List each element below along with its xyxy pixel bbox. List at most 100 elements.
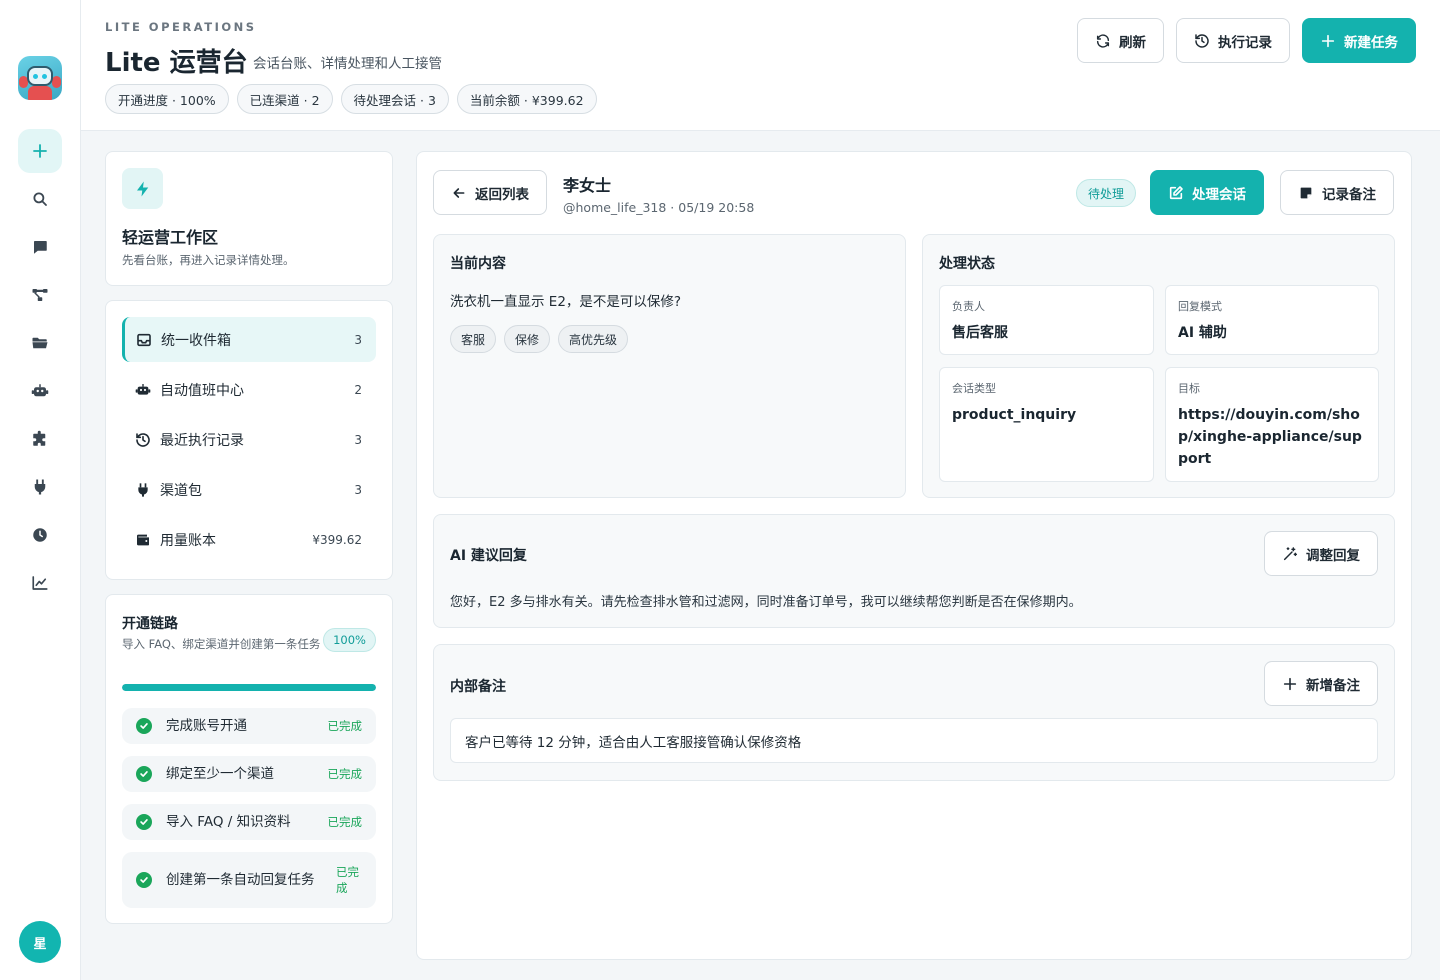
nav-count: ¥399.62 <box>312 532 362 547</box>
chip-onboarding-progress: 开通进度 · 100% <box>105 84 229 114</box>
left-rail: 星 <box>0 0 81 980</box>
page-subtitle: 会话台账、详情处理和人工接管 <box>253 56 442 72</box>
chart-icon <box>32 576 48 590</box>
field-value: product_inquiry <box>952 407 1077 423</box>
logo-eye <box>42 74 47 79</box>
rail-robot-button[interactable] <box>18 369 62 413</box>
lightning-icon <box>136 181 148 196</box>
rail-channel-button[interactable] <box>18 465 62 509</box>
rail-flow-button[interactable] <box>18 273 62 317</box>
inbox-icon <box>136 332 152 348</box>
field-value: AI 辅助 <box>1178 325 1227 341</box>
nav-item-channel-pack[interactable]: 渠道包 3 <box>122 467 376 512</box>
step-faq: 导入 FAQ / 知识资料 已完成 <box>122 804 376 840</box>
onboarding-progress-bar <box>122 684 376 691</box>
step-channel: 绑定至少一个渠道 已完成 <box>122 756 376 792</box>
field-session-type: 会话类型 product_inquiry <box>939 367 1154 482</box>
workspace-card: 轻运营工作区 先看台账，再进入记录详情处理。 <box>105 151 393 286</box>
user-avatar[interactable]: 星 <box>19 921 61 963</box>
handle-session-button[interactable]: 处理会话 <box>1150 170 1264 215</box>
nav-label: 渠道包 <box>160 482 202 499</box>
ai-reply-text: 您好，E2 多与排水有关。请先检查排水管和过滤网，同时准备订单号，我可以继续帮您… <box>450 595 1082 610</box>
processing-state-panel: 处理状态 负责人 售后客服 回复模式 AI 辅助 会话类型 product_in… <box>922 234 1395 498</box>
field-value: 售后客服 <box>952 325 1008 341</box>
history-icon <box>1195 33 1209 48</box>
status-badge: 待处理 <box>1076 179 1137 207</box>
chat-icon <box>34 241 47 254</box>
robot-icon <box>31 384 49 397</box>
logo-body <box>28 86 52 100</box>
nav-label: 用量账本 <box>160 532 216 549</box>
field-key: 会话类型 <box>952 382 996 395</box>
refresh-button[interactable]: 刷新 <box>1077 18 1164 63</box>
rail-history-button[interactable] <box>18 513 62 557</box>
workspace-desc: 先看台账，再进入记录详情处理。 <box>122 253 295 267</box>
handle-session-label: 处理会话 <box>1192 186 1246 203</box>
rail-new-button[interactable] <box>18 129 62 173</box>
search-icon <box>33 192 47 206</box>
nav-count: 3 <box>354 332 362 347</box>
nav-label: 统一收件箱 <box>161 332 231 349</box>
message-text: 洗衣机一直显示 E2，是不是可以保修? <box>450 294 682 310</box>
check-icon <box>136 766 152 782</box>
adjust-reply-button[interactable]: 调整回复 <box>1264 531 1378 576</box>
robot-logo <box>18 56 62 100</box>
robot-icon <box>135 382 151 398</box>
field-reply-mode: 回复模式 AI 辅助 <box>1165 285 1379 355</box>
chip-connected-channels: 已连渠道 · 2 <box>236 84 333 114</box>
add-note-button[interactable]: 新增备注 <box>1264 661 1378 706</box>
nav-count: 3 <box>354 482 362 497</box>
tag: 保修 <box>504 325 551 353</box>
step-status: 已完成 <box>327 719 363 733</box>
onboarding-progress-fill <box>122 684 376 691</box>
rail-stats-button[interactable] <box>18 561 62 605</box>
back-to-list-button[interactable]: 返回列表 <box>433 170 547 215</box>
nav-item-usage-ledger[interactable]: 用量账本 ¥399.62 <box>122 517 376 562</box>
new-task-button[interactable]: 新建任务 <box>1302 18 1416 63</box>
nav-item-auto-duty[interactable]: 自动值班中心 2 <box>122 367 376 412</box>
history-label: 执行记录 <box>1218 34 1272 51</box>
record-note-button[interactable]: 记录备注 <box>1280 170 1394 215</box>
field-target: 目标 https://douyin.com/shop/xinghe-applia… <box>1165 367 1379 482</box>
rail-plugin-button[interactable] <box>18 417 62 461</box>
add-note-label: 新增备注 <box>1306 677 1360 694</box>
check-icon <box>136 814 152 830</box>
onboarding-desc: 导入 FAQ、绑定渠道并创建第一条任务 <box>122 637 321 651</box>
history-button[interactable]: 执行记录 <box>1176 18 1290 63</box>
field-key: 回复模式 <box>1178 300 1222 313</box>
chip-pending-sessions: 待处理会话 · 3 <box>340 84 449 114</box>
customer-meta: @home_life_318 · 05/19 20:58 <box>563 200 755 215</box>
processing-state-title: 处理状态 <box>939 256 995 272</box>
new-task-label: 新建任务 <box>1344 34 1398 51</box>
tag: 客服 <box>450 325 497 353</box>
rail-folder-button[interactable] <box>18 321 62 365</box>
arrow-left-icon <box>453 187 465 198</box>
nav-item-recent-runs[interactable]: 最近执行记录 3 <box>122 417 376 462</box>
rail-search-button[interactable] <box>18 177 62 221</box>
nav-item-inbox[interactable]: 统一收件箱 3 <box>122 317 376 362</box>
check-icon <box>136 718 152 734</box>
internal-notes-title: 内部备注 <box>450 679 506 695</box>
nav-count: 3 <box>354 432 362 447</box>
field-key: 负责人 <box>952 300 985 313</box>
logo-eye <box>33 74 38 79</box>
back-label: 返回列表 <box>475 186 529 203</box>
header-actions: 刷新 执行记录 新建任务 <box>1077 18 1416 63</box>
customer-name: 李女士 <box>563 176 612 195</box>
rail-chat-button[interactable] <box>18 225 62 269</box>
summary-chips: 开通进度 · 100% 已连渠道 · 2 待处理会话 · 3 当前余额 · ¥3… <box>105 84 597 114</box>
ai-reply-panel: AI 建议回复 调整回复 您好，E2 多与排水有关。请先检查排水管和过滤网，同时… <box>433 514 1395 628</box>
field-owner: 负责人 售后客服 <box>939 285 1154 355</box>
workspace-title: 轻运营工作区 <box>122 228 219 247</box>
workspace-icon-box <box>122 168 163 209</box>
header-eyebrow: LITE OPERATIONS <box>105 20 257 34</box>
tag-list: 客服 保修 高优先级 <box>450 325 629 353</box>
check-icon <box>136 872 152 888</box>
field-value: https://douyin.com/shop/xinghe-appliance… <box>1178 407 1362 467</box>
page-header: LITE OPERATIONS Lite 运营台 会话台账、详情处理和人工接管 … <box>81 0 1440 131</box>
session-detail: 返回列表 李女士 @home_life_318 · 05/19 20:58 待处… <box>416 151 1412 960</box>
step-label: 绑定至少一个渠道 <box>166 766 274 782</box>
step-label: 导入 FAQ / 知识资料 <box>166 814 291 830</box>
step-status: 已完成 <box>327 815 363 829</box>
record-note-label: 记录备注 <box>1322 186 1376 203</box>
